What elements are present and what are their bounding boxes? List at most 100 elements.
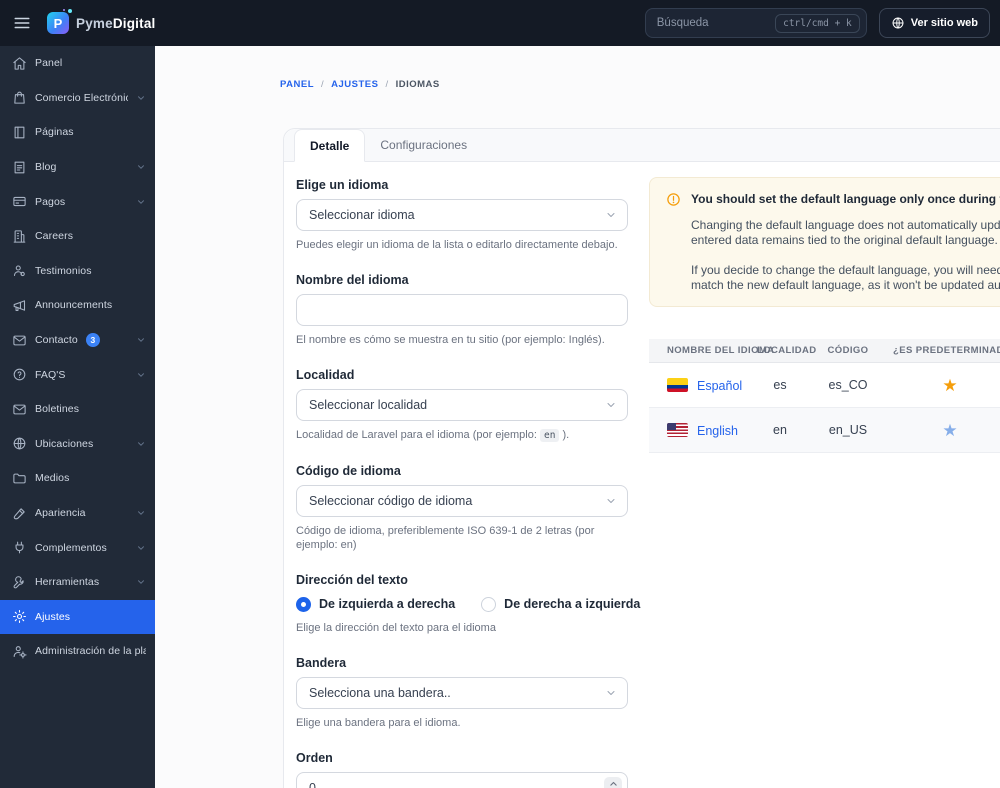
sidebar-item-pagos[interactable]: Pagos	[0, 184, 155, 219]
alert-paragraph: match the new default language, as it wo…	[691, 278, 1000, 292]
brand-name: PymeDigital	[76, 15, 156, 31]
globe-icon	[12, 436, 27, 451]
view-site-button[interactable]: Ver sitio web	[878, 8, 990, 38]
chevron-down-icon	[136, 335, 146, 345]
locale-cell: es	[749, 362, 811, 408]
sidebar-item-contacto[interactable]: Contacto 3	[0, 323, 155, 358]
sidebar-item-apariencia[interactable]: Apariencia	[0, 496, 155, 531]
direction-radio-group: De izquierda a derecha De derecha a izqu…	[296, 594, 640, 614]
field-locale: Localidad Seleccionar localidad Localida…	[296, 367, 628, 443]
chevron-down-icon	[605, 687, 617, 699]
count-badge: 3	[85, 333, 100, 348]
select-value: Seleccionar localidad	[309, 398, 428, 412]
field-label: Bandera	[296, 656, 347, 670]
sidebar-nav: Panel Comercio Electrónico Páginas Blog Pago…	[0, 46, 155, 669]
language-code-select[interactable]: Seleccionar código de idioma	[296, 485, 628, 517]
language-name-input[interactable]	[296, 294, 628, 326]
sidebar-item-paginas[interactable]: Páginas	[0, 115, 155, 150]
alert-paragraph: entered data remains tied to the origina…	[691, 233, 998, 247]
locale-select[interactable]: Seleccionar localidad	[296, 389, 628, 421]
global-search[interactable]: ctrl/cmd + k	[644, 8, 867, 38]
sidebar-item-complementos[interactable]: Complementos	[0, 530, 155, 565]
radio-checked-icon	[296, 596, 311, 612]
tab-detalle[interactable]: Detalle	[294, 129, 366, 162]
table-column-header: ¿ES PREDETERMINADO?	[885, 339, 1000, 363]
chevron-down-icon	[605, 495, 617, 507]
sidebar-item-boletines[interactable]: Boletines	[0, 392, 155, 427]
sidebar-item-panel[interactable]: Panel	[0, 46, 155, 81]
tabstrip: Detalle Configuraciones	[284, 129, 1000, 162]
order-input[interactable]	[296, 772, 628, 788]
alert-paragraph: Changing the default language does not a…	[691, 218, 1000, 232]
language-link[interactable]: Español	[697, 379, 742, 393]
breadcrumb-separator: /	[385, 79, 389, 90]
hamburger-menu-icon[interactable]	[13, 14, 31, 32]
table-row: Español es es_CO ★	[649, 362, 1000, 408]
colombia-flag-icon	[667, 377, 688, 392]
field-label: Nombre del idioma	[296, 273, 409, 287]
sidebar-item-careers[interactable]: Careers	[0, 219, 155, 254]
field-label: Dirección del texto	[296, 573, 408, 587]
number-stepper[interactable]	[604, 777, 622, 788]
field-order: Orden	[296, 750, 628, 788]
sidebar-item-testimonios[interactable]: Testimonios	[0, 254, 155, 289]
chevron-down-icon	[136, 197, 146, 207]
choose-language-select[interactable]: Seleccionar idioma	[296, 199, 628, 231]
chevron-down-icon	[136, 370, 146, 380]
wrench-icon	[12, 575, 27, 590]
table-column-header: LOCALIDAD	[749, 339, 816, 363]
star-icon[interactable]: ★	[942, 422, 957, 439]
topbar: P PymeDigital ctrl/cmd + k Ver sitio web	[0, 0, 1000, 46]
us-flag-icon	[667, 422, 688, 437]
envelope-icon	[12, 333, 27, 348]
field-text-direction: Dirección del texto De izquierda a derec…	[296, 572, 640, 635]
chevron-down-icon	[136, 577, 146, 587]
envelope-icon	[12, 402, 27, 417]
field-label: Localidad	[296, 368, 355, 382]
radio-ltr[interactable]: De izquierda a derecha	[296, 596, 455, 612]
field-flag: Bandera Selecciona una bandera.. Elige u…	[296, 655, 628, 730]
credit-card-icon	[12, 194, 27, 209]
sidebar-item-blog[interactable]: Blog	[0, 150, 155, 185]
tab-configuraciones[interactable]: Configuraciones	[365, 129, 482, 161]
field-help: Localidad de Laravel para el idioma (por…	[296, 429, 570, 442]
breadcrumb-link[interactable]: AJUSTES	[331, 79, 378, 90]
breadcrumb: PANEL / AJUSTES / IDIOMAS	[280, 79, 440, 90]
brand-logo[interactable]: P PymeDigital	[47, 9, 156, 34]
field-label: Elige un idioma	[296, 178, 389, 192]
chevron-down-icon	[605, 399, 617, 411]
sidebar-item-administracion[interactable]: Administración de la plat...	[0, 634, 155, 669]
book-icon	[12, 125, 27, 140]
language-link[interactable]: English	[697, 424, 738, 438]
building-icon	[12, 229, 27, 244]
chevron-down-icon	[605, 209, 617, 221]
field-help: Elige la dirección del texto para el idi…	[296, 622, 496, 634]
chevron-down-icon	[136, 508, 146, 518]
plug-icon	[12, 540, 27, 555]
select-value: Seleccionar código de idioma	[309, 494, 473, 508]
radio-rtl[interactable]: De derecha a izquierda	[481, 596, 640, 612]
sidebar-item-faqs[interactable]: FAQ'S	[0, 357, 155, 392]
sidebar-item-medios[interactable]: Medios	[0, 461, 155, 496]
megaphone-icon	[12, 298, 27, 313]
star-icon[interactable]: ★	[942, 377, 957, 394]
breadcrumb-link[interactable]: PANEL	[280, 79, 314, 90]
search-input[interactable]	[656, 17, 776, 29]
code-cell: en_US	[811, 407, 885, 453]
languages-panel: You should set the default language only…	[649, 177, 1000, 788]
field-help: El nombre es cómo se muestra en tu sitio…	[296, 334, 605, 346]
chevron-down-icon	[136, 439, 146, 449]
sidebar-item-ajustes[interactable]: Ajustes	[0, 599, 155, 635]
document-lines-icon	[12, 160, 27, 175]
chevron-down-icon	[136, 162, 146, 172]
card-body: Elige un idioma Seleccionar idioma Puede…	[284, 162, 1000, 788]
sidebar-item-herramientas[interactable]: Herramientas	[0, 565, 155, 600]
flag-select[interactable]: Selecciona una bandera..	[296, 677, 628, 709]
sidebar-item-comercio-electronico[interactable]: Comercio Electrónico	[0, 81, 155, 116]
chevron-down-icon	[136, 543, 146, 553]
paintbrush-icon	[12, 506, 27, 521]
folder-icon	[12, 471, 27, 486]
sidebar-item-ubicaciones[interactable]: Ubicaciones	[0, 427, 155, 462]
language-form: Elige un idioma Seleccionar idioma Puede…	[296, 177, 640, 788]
sidebar-item-announcements[interactable]: Announcements	[0, 288, 155, 323]
